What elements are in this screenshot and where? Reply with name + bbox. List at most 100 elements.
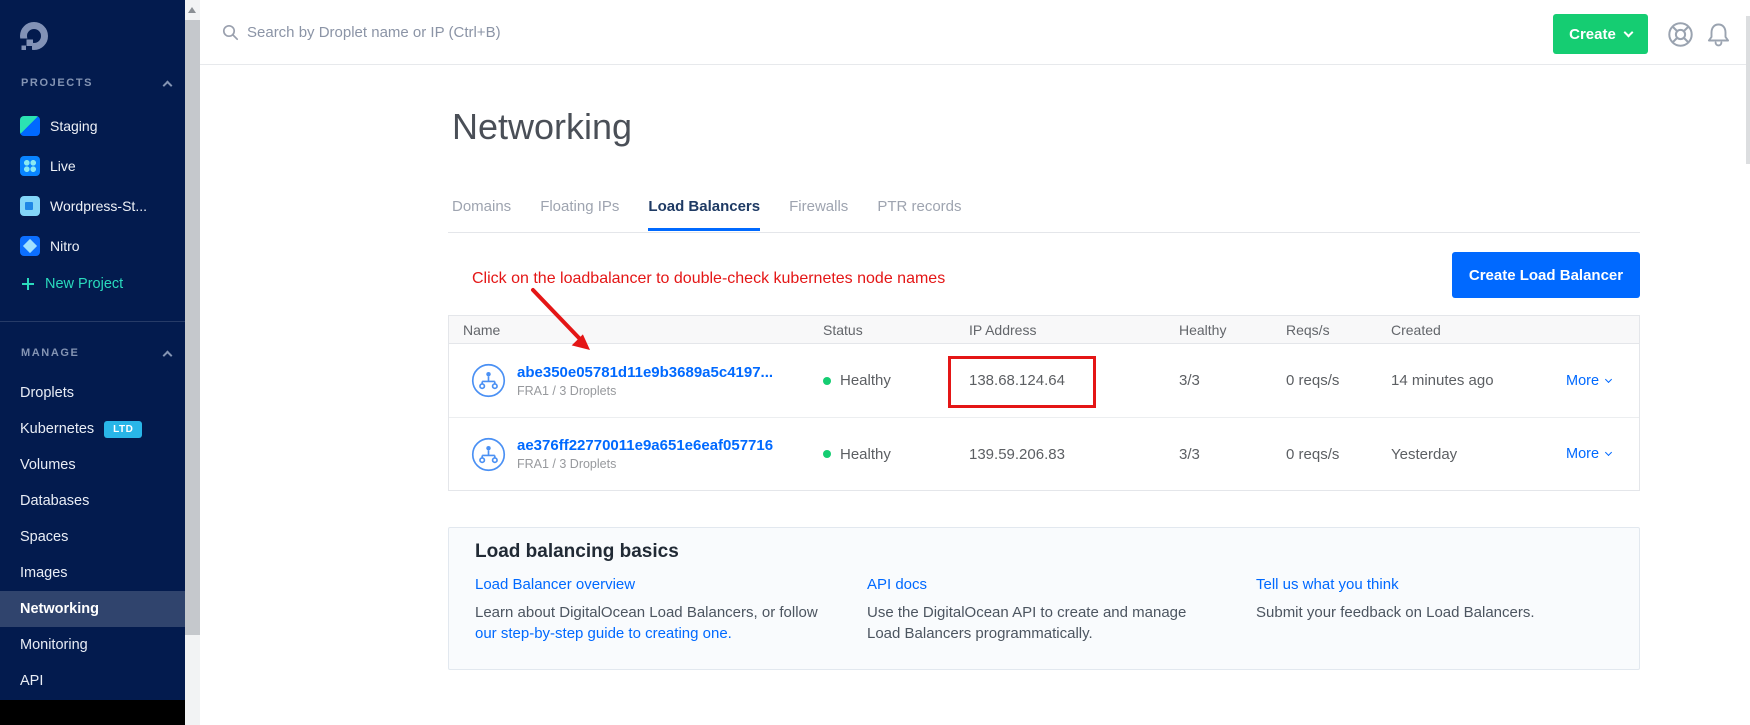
sidebar-section-manage[interactable]: MANAGE xyxy=(21,347,171,359)
search-icon xyxy=(222,24,239,41)
created-at: Yesterday xyxy=(1391,446,1566,463)
column-header-reqs: Reqs/s xyxy=(1286,322,1391,338)
manage-label: MANAGE xyxy=(21,347,80,359)
page-scrollbar[interactable] xyxy=(1746,16,1750,164)
new-project-button[interactable]: New Project xyxy=(0,266,185,302)
sidebar-scrollbar[interactable] xyxy=(185,0,200,725)
new-project-label: New Project xyxy=(45,276,123,292)
more-label: More xyxy=(1566,373,1599,389)
feedback-link[interactable]: Tell us what you think xyxy=(1256,576,1399,593)
requests-per-second: 0 reqs/s xyxy=(1286,372,1391,389)
plus-icon xyxy=(22,278,34,290)
basics-column-overview: Load Balancer overview Learn about Digit… xyxy=(475,576,831,644)
sidebar-item-project-live[interactable]: Live xyxy=(0,146,185,186)
basics-title: Load balancing basics xyxy=(475,541,679,563)
sidebar-section-projects[interactable]: PROJECTS xyxy=(21,77,171,89)
sidebar-item-databases[interactable]: Databases xyxy=(0,483,185,519)
column-header-name: Name xyxy=(449,322,823,338)
basics-text: Use the DigitalOcean API to create and m… xyxy=(867,602,1207,644)
networking-tabs: Domains Floating IPs Load Balancers Fire… xyxy=(452,198,962,231)
sidebar-item-networking[interactable]: Networking xyxy=(0,591,185,627)
load-balancer-name-link[interactable]: abe350e05781d11e9b3689a5c4197... xyxy=(517,364,773,381)
load-balancer-meta: FRA1 / 3 Droplets xyxy=(517,384,773,398)
sidebar-divider xyxy=(0,321,185,322)
sidebar-item-label: Networking xyxy=(20,601,99,617)
create-button-label: Create xyxy=(1569,26,1616,43)
live-project-icon xyxy=(20,156,40,176)
staging-project-icon xyxy=(20,116,40,136)
tab-ptr-records[interactable]: PTR records xyxy=(877,198,961,231)
more-menu-button[interactable]: More xyxy=(1566,446,1639,462)
sidebar-item-project-staging[interactable]: Staging xyxy=(0,106,185,146)
sidebar-item-project-wordpress[interactable]: Wordpress-St... xyxy=(0,186,185,226)
tab-floating-ips[interactable]: Floating IPs xyxy=(540,198,619,231)
annotation-text: Click on the loadbalancer to double-chec… xyxy=(472,270,945,288)
basics-text-part: Learn about DigitalOcean Load Balancers,… xyxy=(475,604,818,621)
create-button[interactable]: Create xyxy=(1553,14,1648,54)
tab-firewalls[interactable]: Firewalls xyxy=(789,198,848,231)
requests-per-second: 0 reqs/s xyxy=(1286,446,1391,463)
sidebar-item-volumes[interactable]: Volumes xyxy=(0,447,185,483)
sidebar-item-kubernetes[interactable]: Kubernetes LTD xyxy=(0,411,185,447)
project-label: Wordpress-St... xyxy=(50,198,147,214)
scrollbar-up-arrow-icon[interactable] xyxy=(188,7,196,13)
healthy-count: 3/3 xyxy=(1179,372,1286,389)
load-balancer-overview-link[interactable]: Load Balancer overview xyxy=(475,576,635,593)
status-text: Healthy xyxy=(840,446,891,463)
more-menu-button[interactable]: More xyxy=(1566,373,1639,389)
load-balancer-name-link[interactable]: ae376ff22770011e9a651e6eaf057716 xyxy=(517,437,773,454)
sidebar-item-label: Kubernetes xyxy=(20,421,94,437)
load-balancer-icon xyxy=(471,363,506,398)
sidebar-item-label: Images xyxy=(20,565,68,581)
sidebar-item-droplets[interactable]: Droplets xyxy=(0,375,185,411)
table-row[interactable]: ae376ff22770011e9a651e6eaf057716 FRA1 / … xyxy=(449,417,1639,490)
table-row[interactable]: abe350e05781d11e9b3689a5c4197... FRA1 / … xyxy=(449,344,1639,417)
chevron-up-icon xyxy=(163,80,173,90)
created-at: 14 minutes ago xyxy=(1391,372,1566,389)
healthy-status-dot xyxy=(823,377,831,385)
basics-text: Learn about DigitalOcean Load Balancers,… xyxy=(475,602,831,644)
project-label: Staging xyxy=(50,118,97,134)
notifications-bell-icon[interactable] xyxy=(1704,20,1733,54)
more-label: More xyxy=(1566,446,1599,462)
basics-column-api: API docs Use the DigitalOcean API to cre… xyxy=(867,576,1207,644)
create-load-balancer-button[interactable]: Create Load Balancer xyxy=(1452,252,1640,298)
column-header-created: Created xyxy=(1391,322,1566,338)
tab-domains[interactable]: Domains xyxy=(452,198,511,231)
status-text: Healthy xyxy=(840,372,891,389)
sidebar-item-api[interactable]: API xyxy=(0,663,185,699)
wordpress-project-icon xyxy=(20,196,40,216)
api-docs-link[interactable]: API docs xyxy=(867,576,927,593)
column-header-healthy: Healthy xyxy=(1179,322,1286,338)
chevron-up-icon xyxy=(163,350,173,360)
basics-text: Submit your feedback on Load Balancers. xyxy=(1256,602,1586,623)
chevron-down-icon xyxy=(1605,375,1612,382)
healthy-count: 3/3 xyxy=(1179,446,1286,463)
sidebar-bottom-strip xyxy=(0,700,185,725)
sidebar-item-spaces[interactable]: Spaces xyxy=(0,519,185,555)
load-balancer-meta: FRA1 / 3 Droplets xyxy=(517,457,773,471)
digitalocean-logo-icon[interactable] xyxy=(19,21,49,51)
chevron-down-icon xyxy=(1605,449,1612,456)
column-header-status: Status xyxy=(823,322,969,338)
ip-address: 138.68.124.64 xyxy=(969,372,1179,389)
sidebar-item-images[interactable]: Images xyxy=(0,555,185,591)
tab-load-balancers[interactable]: Load Balancers xyxy=(648,198,760,231)
page-title: Networking xyxy=(452,106,632,148)
sidebar-item-label: API xyxy=(20,673,43,689)
sidebar-item-label: Databases xyxy=(20,493,89,509)
sidebar-item-label: Spaces xyxy=(20,529,68,545)
digitalocean-console: PROJECTS Staging Live Wordpress-St... Ni… xyxy=(0,0,1750,725)
sidebar-item-monitoring[interactable]: Monitoring xyxy=(0,627,185,663)
ltd-badge: LTD xyxy=(104,421,142,438)
load-balancer-table: Name Status IP Address Healthy Reqs/s Cr… xyxy=(448,315,1640,491)
sidebar-item-label: Monitoring xyxy=(20,637,88,653)
chevron-down-icon xyxy=(1623,27,1633,37)
healthy-status-dot xyxy=(823,450,831,458)
search-input[interactable] xyxy=(247,24,667,41)
column-header-ip: IP Address xyxy=(969,322,1179,338)
scrollbar-thumb[interactable] xyxy=(185,20,200,635)
step-by-step-guide-link[interactable]: our step-by-step guide to creating one. xyxy=(475,623,732,644)
sidebar-item-project-nitro[interactable]: Nitro xyxy=(0,226,185,266)
help-icon[interactable] xyxy=(1666,20,1695,54)
